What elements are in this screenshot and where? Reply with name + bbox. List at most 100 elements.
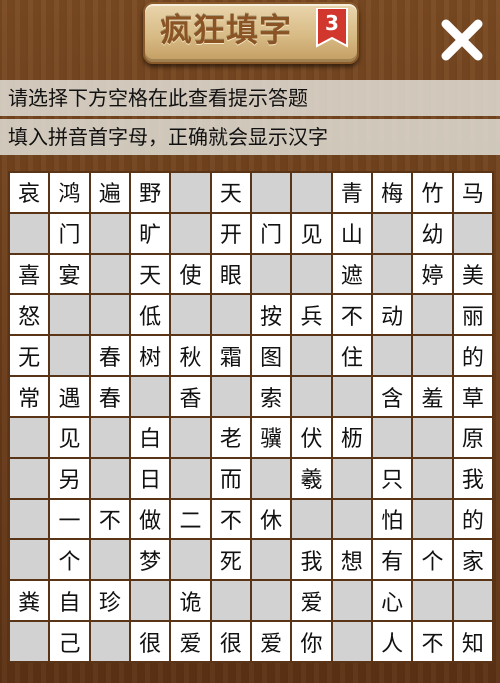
grid-cell-letter[interactable]: 想 [332, 540, 371, 580]
grid-cell-letter[interactable]: 香 [171, 377, 210, 416]
grid-cell-letter[interactable]: 心 [372, 581, 412, 621]
grid-cell-blank[interactable] [171, 458, 210, 498]
grid-cell-blank[interactable] [171, 417, 210, 457]
grid-cell-blank[interactable] [413, 336, 452, 376]
grid-cell-letter[interactable]: 眼 [211, 254, 250, 294]
grid-cell-blank[interactable] [292, 377, 331, 416]
grid-cell-blank[interactable] [10, 622, 49, 661]
grid-cell-letter[interactable]: 宴 [50, 254, 89, 294]
grid-cell-blank[interactable] [372, 417, 412, 457]
grid-cell-letter[interactable]: 人 [372, 622, 412, 661]
grid-cell-blank[interactable] [292, 254, 331, 294]
grid-cell-letter[interactable]: 天 [211, 173, 250, 212]
grid-cell-letter[interactable]: 图 [251, 336, 291, 376]
grid-cell-letter[interactable]: 常 [10, 377, 49, 416]
grid-cell-letter[interactable]: 怕 [372, 499, 412, 539]
grid-cell-letter[interactable]: 草 [453, 377, 492, 416]
grid-cell-letter[interactable]: 梅 [372, 173, 412, 212]
grid-cell-letter[interactable]: 树 [130, 336, 170, 376]
grid-cell-blank[interactable] [90, 458, 129, 498]
grid-cell-blank[interactable] [10, 499, 49, 539]
grid-cell-blank[interactable] [453, 213, 492, 253]
grid-cell-letter[interactable]: 日 [130, 458, 170, 498]
close-button[interactable] [438, 18, 486, 62]
grid-cell-blank[interactable] [332, 581, 371, 621]
grid-cell-letter[interactable]: 遇 [50, 377, 89, 416]
grid-cell-letter[interactable]: 伏 [292, 417, 331, 457]
grid-cell-letter[interactable]: 兵 [292, 295, 331, 335]
grid-cell-letter[interactable]: 动 [372, 295, 412, 335]
grid-cell-blank[interactable] [251, 254, 291, 294]
grid-cell-blank[interactable] [372, 336, 412, 376]
grid-cell-letter[interactable]: 你 [292, 622, 331, 661]
grid-cell-blank[interactable] [372, 213, 412, 253]
grid-cell-letter[interactable]: 不 [413, 622, 452, 661]
grid-cell-blank[interactable] [332, 377, 371, 416]
grid-cell-blank[interactable] [90, 540, 129, 580]
grid-cell-letter[interactable]: 不 [211, 499, 250, 539]
grid-cell-letter[interactable]: 春 [90, 377, 129, 416]
grid-cell-blank[interactable] [10, 213, 49, 253]
grid-cell-letter[interactable]: 只 [372, 458, 412, 498]
grid-cell-letter[interactable]: 做 [130, 499, 170, 539]
grid-cell-blank[interactable] [211, 581, 250, 621]
grid-cell-blank[interactable] [90, 295, 129, 335]
grid-cell-letter[interactable]: 粪 [10, 581, 49, 621]
grid-cell-blank[interactable] [171, 295, 210, 335]
grid-cell-letter[interactable]: 有 [372, 540, 412, 580]
grid-cell-letter[interactable]: 按 [251, 295, 291, 335]
grid-cell-letter[interactable]: 另 [50, 458, 89, 498]
grid-cell-letter[interactable]: 丽 [453, 295, 492, 335]
grid-cell-letter[interactable]: 使 [171, 254, 210, 294]
grid-cell-blank[interactable] [251, 458, 291, 498]
grid-cell-letter[interactable]: 婷 [413, 254, 452, 294]
grid-cell-blank[interactable] [171, 173, 210, 212]
grid-cell-letter[interactable]: 梦 [130, 540, 170, 580]
grid-cell-letter[interactable]: 喜 [10, 254, 49, 294]
grid-cell-letter[interactable]: 自 [50, 581, 89, 621]
grid-cell-blank[interactable] [332, 499, 371, 539]
grid-cell-letter[interactable]: 爱 [171, 622, 210, 661]
grid-cell-blank[interactable] [413, 499, 452, 539]
grid-cell-letter[interactable]: 马 [453, 173, 492, 212]
grid-cell-letter[interactable]: 低 [130, 295, 170, 335]
grid-cell-letter[interactable]: 不 [90, 499, 129, 539]
grid-cell-blank[interactable] [171, 213, 210, 253]
grid-cell-letter[interactable]: 遍 [90, 173, 129, 212]
grid-cell-letter[interactable]: 含 [372, 377, 412, 416]
grid-cell-letter[interactable]: 白 [130, 417, 170, 457]
grid-cell-letter[interactable]: 的 [453, 336, 492, 376]
grid-cell-blank[interactable] [413, 458, 452, 498]
grid-cell-letter[interactable]: 骥 [251, 417, 291, 457]
grid-cell-letter[interactable]: 羞 [413, 377, 452, 416]
grid-cell-letter[interactable]: 春 [90, 336, 129, 376]
grid-cell-letter[interactable]: 我 [453, 458, 492, 498]
grid-cell-blank[interactable] [413, 581, 452, 621]
grid-cell-letter[interactable]: 怒 [10, 295, 49, 335]
grid-cell-letter[interactable]: 见 [50, 417, 89, 457]
grid-cell-letter[interactable]: 家 [453, 540, 492, 580]
grid-cell-blank[interactable] [332, 622, 371, 661]
grid-cell-blank[interactable] [10, 540, 49, 580]
grid-cell-blank[interactable] [292, 173, 331, 212]
grid-cell-letter[interactable]: 我 [292, 540, 331, 580]
grid-cell-letter[interactable]: 二 [171, 499, 210, 539]
grid-cell-letter[interactable]: 羲 [292, 458, 331, 498]
grid-cell-letter[interactable]: 旷 [130, 213, 170, 253]
grid-cell-blank[interactable] [251, 173, 291, 212]
grid-cell-letter[interactable]: 珍 [90, 581, 129, 621]
grid-cell-letter[interactable]: 索 [251, 377, 291, 416]
grid-cell-blank[interactable] [372, 254, 412, 294]
grid-cell-blank[interactable] [10, 417, 49, 457]
grid-cell-letter[interactable]: 野 [130, 173, 170, 212]
grid-cell-letter[interactable]: 霜 [211, 336, 250, 376]
grid-cell-letter[interactable]: 住 [332, 336, 371, 376]
grid-cell-letter[interactable]: 青 [332, 173, 371, 212]
grid-cell-letter[interactable]: 爱 [251, 622, 291, 661]
grid-cell-letter[interactable]: 老 [211, 417, 250, 457]
grid-cell-blank[interactable] [332, 458, 371, 498]
grid-cell-letter[interactable]: 己 [50, 622, 89, 661]
grid-cell-letter[interactable]: 个 [50, 540, 89, 580]
grid-cell-letter[interactable]: 门 [50, 213, 89, 253]
grid-cell-letter[interactable]: 遮 [332, 254, 371, 294]
